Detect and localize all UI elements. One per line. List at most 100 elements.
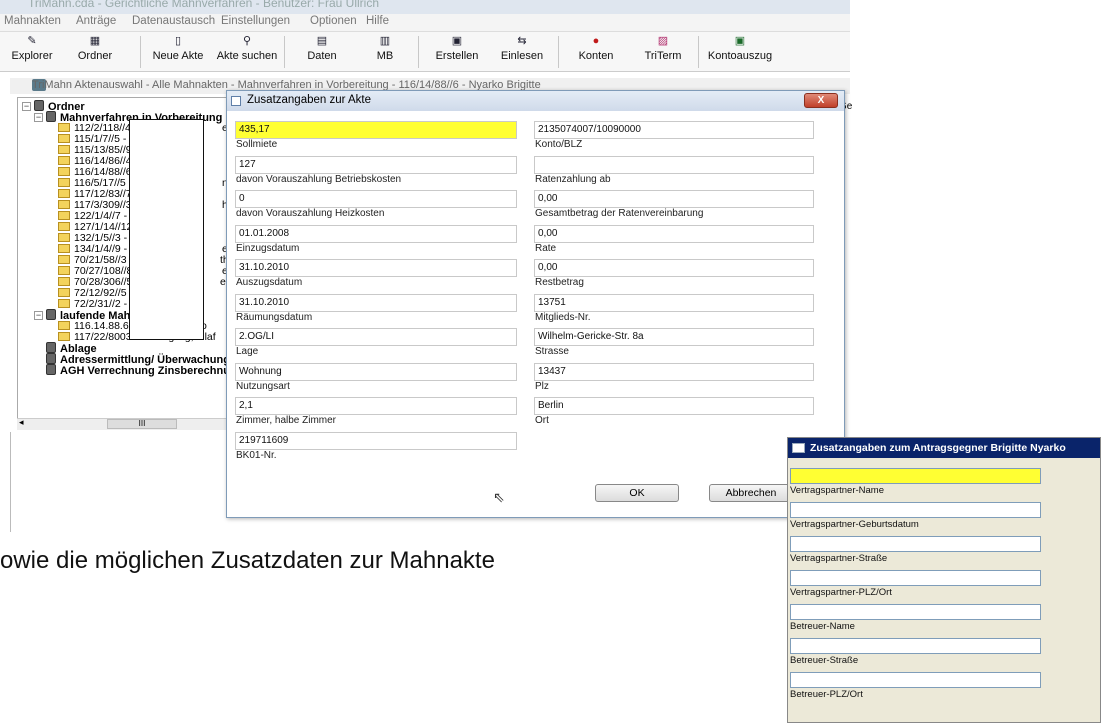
akte-field-input[interactable]: 127: [235, 155, 517, 174]
neue-akte-button[interactable]: ▯ Neue Akte: [145, 32, 211, 72]
scroll-left-arrow-icon[interactable]: ◂: [19, 417, 24, 428]
akte-field-input[interactable]: 0: [235, 190, 517, 208]
akte-field-label: Konto/BLZ: [535, 139, 583, 150]
antragsgegner-field-input[interactable]: [790, 468, 1041, 484]
daten-button[interactable]: ▤ Daten: [294, 32, 350, 72]
kontoauszug-label: Kontoauszug: [707, 50, 773, 62]
collapse-icon[interactable]: −: [34, 113, 43, 122]
grid-icon: ▦: [89, 35, 101, 47]
neue-akte-label: Neue Akte: [152, 50, 204, 62]
akte-field-label: BK01-Nr.: [236, 449, 277, 461]
menu-optionen[interactable]: Optionen: [310, 15, 357, 27]
folder-icon: [58, 332, 70, 341]
scroll-thumb[interactable]: III: [107, 419, 177, 429]
menu-einstellungen[interactable]: Einstellungen: [221, 15, 290, 27]
akte-field-input[interactable]: 435,17: [235, 121, 517, 139]
akte-field-label: Mitglieds-Nr.: [535, 311, 591, 323]
dialog-titlebar: Zusatzangaben zur Akte X: [227, 91, 844, 111]
folder-icon: [58, 277, 70, 286]
folder-icon: [58, 167, 70, 176]
einlesen-button[interactable]: ⇆ Einlesen: [494, 32, 550, 72]
akte-field-input[interactable]: 2,1: [235, 397, 517, 415]
akte-field-input[interactable]: 0,00: [534, 259, 814, 277]
collapse-icon[interactable]: −: [22, 102, 31, 111]
ok-button[interactable]: OK: [595, 484, 679, 502]
akte-field-label: Zimmer, halbe Zimmer: [236, 415, 337, 426]
explorer-button[interactable]: ✎ Explorer: [4, 32, 60, 72]
ordner-button[interactable]: ▦ Ordner: [70, 32, 120, 72]
akte-field-input[interactable]: 01.01.2008: [235, 224, 517, 243]
dialog2-title: Zusatzangaben zum Antragsgegner Brigitte…: [810, 442, 1066, 454]
menu-mahnakten[interactable]: Mahnakten: [4, 15, 61, 27]
einlesen-label: Einlesen: [500, 50, 544, 62]
new-file-icon: ▯: [174, 35, 182, 47]
window-icon: [792, 443, 805, 453]
kontoauszug-button[interactable]: ▣ Kontoauszug: [705, 32, 775, 72]
redaction-box: [129, 119, 204, 340]
triterm-button[interactable]: ▨ TriTerm: [634, 32, 692, 72]
akte-field-label: davon Vorauszahlung Heizkosten: [236, 208, 385, 219]
akte-field-input[interactable]: 0,00: [534, 224, 814, 243]
menu-datenaustausch[interactable]: Datenaustausch: [132, 15, 215, 27]
akte-suchen-button[interactable]: ⚲ Akte suchen: [214, 32, 280, 72]
akte-field-input[interactable]: Wohnung: [235, 362, 517, 381]
antragsgegner-field-input[interactable]: [790, 570, 1041, 586]
akte-field-input[interactable]: 219711609: [235, 431, 517, 450]
akte-field-input[interactable]: 0,00: [534, 190, 814, 208]
folder-tree[interactable]: − Ordner − Mahnverfahren in Vorbereitung 112…: [17, 97, 250, 429]
menu-hilfe[interactable]: Hilfe: [366, 15, 389, 27]
akte-field-input[interactable]: 31.10.2010: [235, 293, 517, 312]
antragsgegner-field-input[interactable]: [790, 638, 1041, 654]
dialog-title: Zusatzangaben zur Akte: [247, 94, 372, 106]
window-edge: [10, 432, 11, 532]
akte-field-label: Gesamtbetrag der Ratenvereinbarung: [535, 208, 704, 219]
antragsgegner-field-label: Betreuer-PLZ/Ort: [790, 689, 863, 700]
antragsgegner-field-label: Vertragspartner-Geburtsdatum: [790, 519, 919, 530]
zusatzangaben-antragsgegner-dialog: Zusatzangaben zum Antragsgegner Brigitte…: [787, 437, 1101, 723]
toolbar: ✎ Explorer ▦ Ordner ▯ Neue Akte ⚲ Akte s…: [0, 32, 850, 72]
akte-field-input[interactable]: Berlin: [534, 397, 814, 415]
folder-icon: [58, 288, 70, 297]
antragsgegner-field-label: Vertragspartner-PLZ/Ort: [790, 587, 892, 598]
konten-label: Konten: [578, 50, 614, 62]
slide-caption: owie die möglichen Zusatzdaten zur Mahna…: [0, 547, 495, 574]
cancel-button[interactable]: Abbrechen: [709, 484, 793, 502]
folder-icon: [58, 189, 70, 198]
antragsgegner-field-label: Betreuer-Name: [790, 621, 855, 632]
akte-field-label: Ratenzahlung ab: [535, 173, 611, 185]
konten-button[interactable]: ● Konten: [566, 32, 626, 72]
folder-icon: [58, 266, 70, 275]
akte-field-label: Nutzungsart: [236, 380, 290, 392]
tree-scrollbar[interactable]: ◂ III: [17, 417, 239, 430]
mb-button[interactable]: ▥ MB: [362, 32, 408, 72]
akte-field-input[interactable]: 31.10.2010: [235, 259, 517, 277]
folder-icon: [58, 134, 70, 143]
collapse-icon[interactable]: −: [34, 311, 43, 320]
akte-field-input[interactable]: [534, 155, 814, 174]
folder-icon: [58, 211, 70, 220]
antragsgegner-field-input[interactable]: [790, 502, 1041, 518]
akte-field-label: Rate: [535, 242, 557, 254]
antragsgegner-field-input[interactable]: [790, 604, 1041, 620]
menu-antraege[interactable]: Anträge: [76, 15, 116, 27]
akte-field-input[interactable]: Wilhelm-Gericke-Str. 8a: [534, 328, 814, 346]
akte-field-input[interactable]: 13751: [534, 293, 814, 312]
document-icon: ▥: [379, 35, 391, 47]
calendar-icon: ▨: [657, 35, 669, 47]
erstellen-button[interactable]: ▣ Erstellen: [428, 32, 486, 72]
antragsgegner-field-input[interactable]: [790, 536, 1041, 552]
app-titlebar: TriMahn.cda - Gerichtliche Mahnverfahren…: [0, 0, 850, 14]
antragsgegner-field-input[interactable]: [790, 672, 1041, 688]
akte-field-input[interactable]: 13437: [534, 362, 814, 381]
tree-group-group5[interactable]: AGH Verrechnung Zinsberechnun: [46, 364, 237, 377]
akte-field-input[interactable]: 2.OG/LI: [235, 328, 517, 346]
akte-field-label: Auszugsdatum: [236, 277, 303, 288]
import-icon: ⇆: [517, 35, 527, 47]
akte-field-label: davon Vorauszahlung Betriebskosten: [236, 173, 402, 185]
akte-field-label: Ort: [535, 415, 549, 426]
folder-icon: [58, 222, 70, 231]
akte-field-input[interactable]: 2135074007/10090000: [534, 121, 814, 139]
zusatzangaben-akte-dialog: Zusatzangaben zur Akte X 435,17 Sollmiet…: [226, 90, 845, 518]
folder-icon: [58, 233, 70, 242]
close-button[interactable]: X: [804, 93, 838, 108]
